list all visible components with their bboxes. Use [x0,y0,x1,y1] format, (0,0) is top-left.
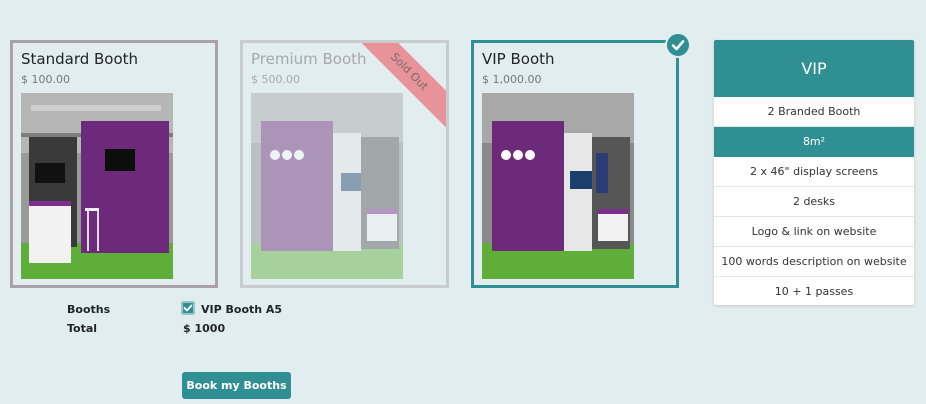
booths-label: Booths [67,303,111,316]
booth-price: $ 100.00 [21,73,70,86]
plan-title: VIP [714,40,914,97]
booth-image [482,93,634,279]
plan-feature: 100 words description on website [714,247,914,277]
selected-booth-name: VIP Booth A5 [201,303,283,316]
plan-feature: 2 Branded Booth [714,97,914,127]
total-value: $ 1000 [183,322,226,335]
booth-card-vip[interactable]: VIP Booth $ 1,000.00 [471,40,679,288]
plan-panel: VIP 2 Branded Booth 8m² 2 x 46" display … [714,40,914,305]
total-label: Total [67,322,98,335]
booth-price: $ 1,000.00 [482,73,542,86]
checkbox-checked-icon[interactable] [181,301,195,315]
booth-title: VIP Booth [482,50,555,68]
plan-feature: 10 + 1 passes [774,285,854,298]
booth-image [21,93,173,279]
plan-feature: 8m² [714,127,914,157]
booth-title: Standard Booth [21,50,139,68]
booth-image [251,93,403,279]
plan-feature: Logo & link on website [714,217,914,247]
plan-feature: 2 desks [714,187,914,217]
booth-card-premium: Premium Booth $ 500.00 Sold Out [240,40,449,288]
book-booths-button[interactable]: Book my Booths [182,372,291,399]
check-circle-icon [665,32,691,58]
plan-feature: 2 x 46" display screens [714,157,914,187]
booth-price: $ 500.00 [251,73,300,86]
booth-card-standard[interactable]: Standard Booth $ 100.00 [10,40,218,288]
booth-title: Premium Booth [251,50,367,68]
